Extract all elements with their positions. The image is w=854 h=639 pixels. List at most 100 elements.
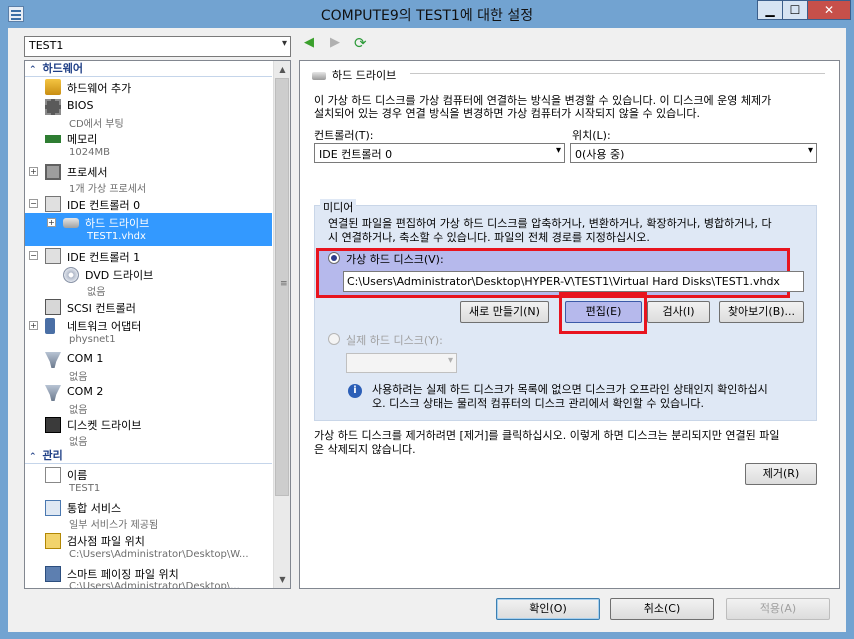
tree-item-com1[interactable]: COM 1 없음 — [25, 350, 272, 383]
processor-icon — [45, 164, 61, 180]
physical-disk-radio-label[interactable]: 실제 하드 디스크(Y): — [346, 332, 443, 348]
smart-paging-icon — [45, 566, 61, 582]
tree-item-checkpoint-location[interactable]: 검사점 파일 위치 C:\Users\Administrator\Desktop… — [25, 531, 272, 563]
grip-icon: ≡ — [280, 279, 288, 289]
vhd-radio-label[interactable]: 가상 하드 디스크(V): — [346, 251, 444, 267]
collapse-icon: ⌃ — [29, 452, 37, 462]
forward-arrow-icon[interactable]: ▶ — [330, 35, 340, 50]
tree-item-label: 통합 서비스 — [67, 502, 122, 515]
tree-item-memory[interactable]: 메모리 1024MB — [25, 129, 272, 161]
scroll-down-icon[interactable]: ▼ — [274, 571, 290, 588]
tree-item-integration-services[interactable]: 통합 서비스 일부 서비스가 제공됨 — [25, 498, 272, 531]
chevron-down-icon: ▾ — [281, 38, 287, 49]
physical-disk-select[interactable]: ▾ — [346, 353, 457, 373]
tree-item-label: 하드웨어 추가 — [67, 82, 132, 95]
collapse-icon[interactable]: − — [29, 199, 38, 208]
vm-selector[interactable]: TEST1 ▾ — [24, 36, 291, 57]
close-button[interactable]: ✕ — [807, 0, 851, 20]
refresh-icon[interactable]: ⟳ — [354, 34, 367, 52]
com-port-icon — [45, 385, 61, 401]
chevron-down-icon: ▾ — [447, 355, 453, 366]
tree-item-sub: C:\Users\Administrator\Desktop\... — [69, 581, 240, 589]
maximize-button[interactable]: ☐ — [782, 0, 808, 20]
vm-selector-value: TEST1 — [29, 39, 64, 52]
tree-item-label: COM 1 — [67, 352, 104, 365]
tree-item-sub: TEST1 — [69, 483, 101, 494]
tree-item-label: COM 2 — [67, 385, 104, 398]
tree-item-sub: 없음 — [87, 287, 106, 298]
checkpoint-folder-icon — [45, 533, 61, 549]
tree-item-label: 스마트 페이징 파일 위치 — [67, 568, 179, 581]
tree-item-name[interactable]: 이름 TEST1 — [25, 465, 272, 497]
tree-item-sub: CD에서 부팅 — [69, 119, 124, 130]
tree-item-label: IDE 컨트롤러 1 — [67, 251, 141, 264]
remove-description-line-1: 가상 하드 디스크를 제거하려면 [제거]를 클릭하십시오. 이렇게 하면 디스… — [314, 429, 780, 442]
tree-item-ide-controller-0[interactable]: − IDE 컨트롤러 0 — [25, 195, 272, 213]
bios-chip-icon — [45, 99, 61, 115]
tree-item-smart-paging-location[interactable]: 스마트 페이징 파일 위치 C:\Users\Administrator\Des… — [25, 564, 272, 589]
tree-item-sub: TEST1.vhdx — [87, 231, 146, 242]
vhd-path-input[interactable]: C:\Users\Administrator\Desktop\HYPER-V\T… — [343, 271, 804, 292]
tree-item-label: DVD 드라이브 — [85, 269, 154, 282]
browse-button[interactable]: 찾아보기(B)... — [719, 301, 804, 323]
tree-item-ide-controller-1[interactable]: − IDE 컨트롤러 1 — [25, 247, 272, 265]
tree-scrollbar[interactable]: ▲ ≡ ▼ — [273, 61, 290, 588]
expand-icon[interactable]: + — [29, 321, 38, 330]
description-line-1: 이 가상 하드 디스크를 가상 컴퓨터에 연결하는 방식을 변경할 수 있습니다… — [314, 94, 772, 107]
media-label: 미디어 — [320, 199, 357, 215]
hardware-section-label: 하드웨어 — [42, 62, 84, 75]
com-port-icon — [45, 352, 61, 368]
tree-item-sub: 1024MB — [69, 147, 110, 158]
dialog-body: TEST1 ▾ ◀ ▶ ⟳ ⌃ 하드웨어 하드웨어 추가 BIOS CD에서 부… — [8, 28, 846, 632]
ide-controller-icon — [45, 248, 61, 264]
tree-item-sub: 일부 서비스가 제공됨 — [69, 520, 159, 531]
new-button[interactable]: 새로 만들기(N) — [460, 301, 549, 323]
tree-item-dvd-drive[interactable]: DVD 드라이브 없음 — [25, 265, 272, 298]
tree-item-diskette-drive[interactable]: 디스켓 드라이브 없음 — [25, 415, 272, 448]
tree-item-hard-drive[interactable]: + 하드 드라이브 TEST1.vhdx — [25, 213, 272, 246]
controller-select-value: IDE 컨트롤러 0 — [319, 148, 393, 161]
ide-controller-icon — [45, 196, 61, 212]
tree-item-label: IDE 컨트롤러 0 — [67, 199, 141, 212]
tree-item-label: 네트워크 어댑터 — [67, 320, 142, 333]
tree-item-bios[interactable]: BIOS CD에서 부팅 — [25, 97, 272, 130]
media-description-line-2: 시 연결하거나, 축소할 수 있습니다. 파일의 전체 경로를 지정하십시오. — [328, 231, 650, 244]
memory-icon — [45, 135, 61, 143]
title-bar[interactable]: COMPUTE9의 TEST1에 대한 설정 ▁ ☐ ✕ — [0, 0, 854, 28]
settings-window: COMPUTE9의 TEST1에 대한 설정 ▁ ☐ ✕ TEST1 ▾ ◀ ▶… — [0, 0, 854, 639]
controller-select[interactable]: IDE 컨트롤러 0 ▾ — [314, 143, 565, 163]
cancel-button[interactable]: 취소(C) — [610, 598, 714, 620]
apply-button[interactable]: 적용(A) — [726, 598, 830, 620]
management-section-header[interactable]: ⌃ 관리 — [25, 448, 272, 464]
inspect-button[interactable]: 검사(I) — [647, 301, 710, 323]
back-arrow-icon[interactable]: ◀ — [304, 35, 314, 50]
location-select[interactable]: 0(사용 중) ▾ — [570, 143, 817, 163]
tree-item-label: 검사점 파일 위치 — [67, 535, 145, 548]
ok-button[interactable]: 확인(O) — [496, 598, 600, 620]
collapse-icon[interactable]: − — [29, 251, 38, 260]
scrollbar-thumb[interactable]: ≡ — [275, 78, 289, 496]
scroll-up-icon[interactable]: ▲ — [274, 61, 290, 78]
group-title: 하드 드라이브 — [312, 67, 396, 83]
tree-item-scsi-controller[interactable]: SCSI 컨트롤러 — [25, 298, 272, 316]
network-adapter-icon — [45, 318, 55, 334]
tree-item-label: 메모리 — [67, 133, 98, 146]
expand-icon[interactable]: + — [47, 218, 56, 227]
scsi-controller-icon — [45, 299, 61, 315]
group-title-label: 하드 드라이브 — [332, 69, 397, 82]
tree-item-network-adapter[interactable]: + 네트워크 어댑터 physnet1 — [25, 316, 272, 348]
chevron-down-icon: ▾ — [807, 145, 813, 156]
tree-item-com2[interactable]: COM 2 없음 — [25, 383, 272, 416]
expand-icon[interactable]: + — [29, 167, 38, 176]
tree-item-label: SCSI 컨트롤러 — [67, 302, 136, 315]
remove-button[interactable]: 제거(R) — [745, 463, 817, 485]
vhd-radio[interactable] — [328, 252, 340, 264]
add-hardware-icon — [45, 79, 61, 95]
physical-disk-radio[interactable] — [328, 333, 340, 345]
minimize-button[interactable]: ▁ — [757, 0, 783, 20]
tree-item-processor[interactable]: + 프로세서 1개 가상 프로세서 — [25, 162, 272, 195]
hardware-section-header[interactable]: ⌃ 하드웨어 — [25, 61, 272, 77]
description-line-2: 설치되어 있는 경우 연결 방식을 변경하면 가상 컴퓨터가 시작되지 않을 수… — [314, 107, 701, 120]
tree-item-add-hardware[interactable]: 하드웨어 추가 — [25, 78, 272, 96]
info-line-1: 사용하려는 실제 하드 디스크가 목록에 없으면 디스크가 오프라인 상태인지 … — [372, 383, 768, 396]
